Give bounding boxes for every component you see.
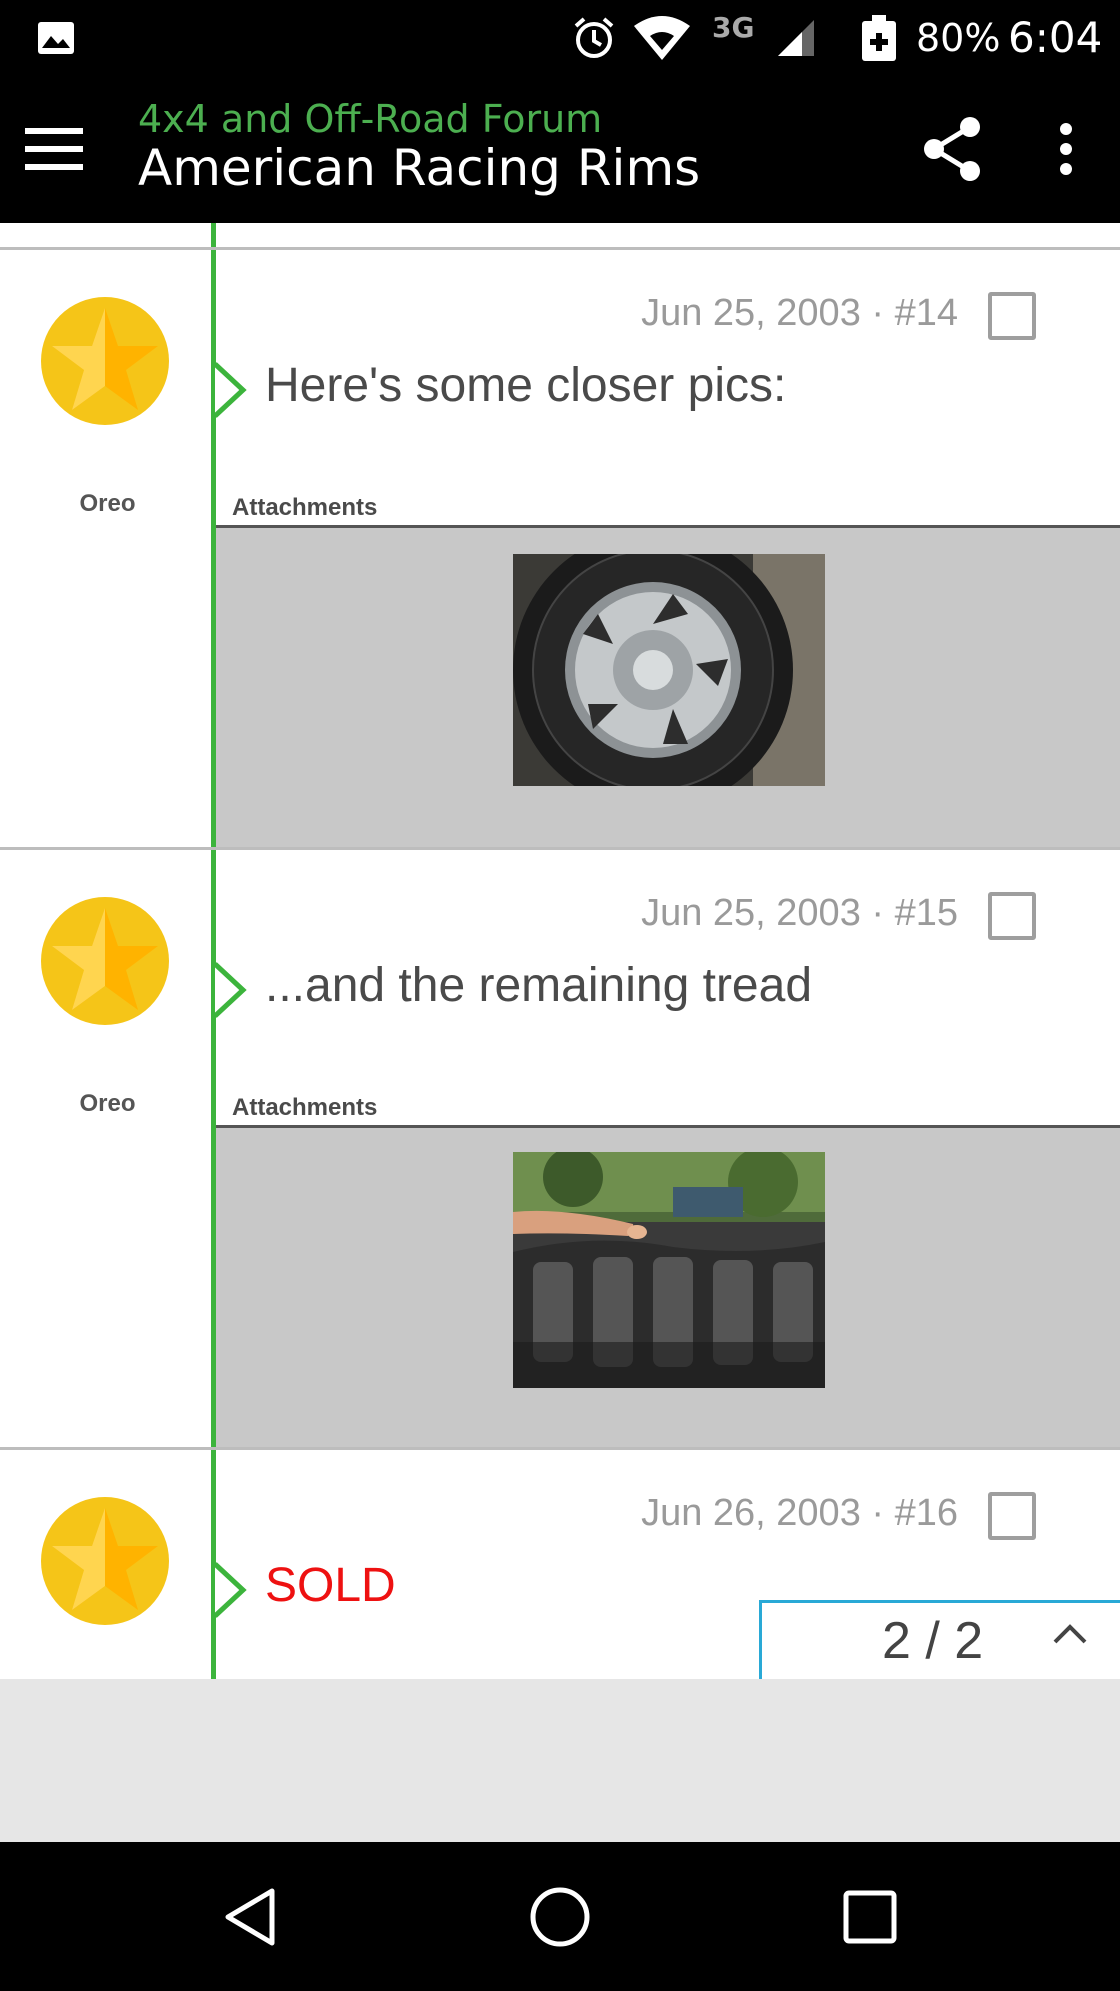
- posts-list[interactable]: Oreo Jun 25, 2003 · #14 Here's some clos…: [0, 223, 1120, 1679]
- post-author[interactable]: Oreo: [0, 490, 215, 518]
- back-icon[interactable]: [170, 1842, 330, 1991]
- alarm-icon: [570, 0, 618, 75]
- post-select-checkbox[interactable]: [988, 1492, 1036, 1540]
- avatar-star-icon[interactable]: [40, 1496, 170, 1626]
- battery-percent: 80%: [916, 15, 1001, 60]
- post-meta[interactable]: Jun 25, 2003 · #15: [641, 892, 958, 935]
- network-type: 3G: [712, 11, 755, 44]
- post-body: ...and the remaining tread: [265, 959, 813, 1012]
- image-icon: [36, 0, 76, 75]
- avatar-star-icon[interactable]: [40, 296, 170, 426]
- bottom-blank-area: [0, 1679, 1120, 1842]
- post-body: Here's some closer pics:: [265, 359, 787, 412]
- attachments-label: Attachments: [232, 494, 378, 521]
- more-vert-icon[interactable]: [1026, 109, 1106, 189]
- avatar-star-icon[interactable]: [40, 896, 170, 1026]
- chevron-right-icon: [213, 962, 247, 1018]
- attachments-box: [216, 525, 1120, 850]
- chevron-right-icon: [213, 362, 247, 418]
- status-bar: 3G 80% 6:04: [0, 0, 1120, 75]
- page-indicator[interactable]: 2 / 2: [759, 1600, 1120, 1680]
- signal-icon: [776, 0, 816, 75]
- menu-icon[interactable]: [14, 109, 94, 189]
- app-toolbar: 4x4 and Off-Road Forum American Racing R…: [0, 75, 1120, 223]
- home-icon[interactable]: [480, 1842, 640, 1991]
- battery-charging-icon: [858, 0, 902, 75]
- page-count: 2 / 2: [882, 1612, 984, 1670]
- share-icon[interactable]: [912, 109, 992, 189]
- chevron-up-icon[interactable]: [1052, 1621, 1088, 1649]
- recents-icon[interactable]: [790, 1842, 950, 1991]
- forum-name[interactable]: 4x4 and Off-Road Forum: [138, 97, 602, 141]
- clock: 6:04: [1008, 13, 1103, 62]
- thread-title: American Racing Rims: [138, 139, 701, 197]
- tire-tread-photo[interactable]: [513, 1152, 825, 1388]
- post-meta[interactable]: Jun 26, 2003 · #16: [641, 1492, 958, 1535]
- chevron-right-icon: [213, 1562, 247, 1618]
- post-select-checkbox[interactable]: [988, 292, 1036, 340]
- post-select-checkbox[interactable]: [988, 892, 1036, 940]
- post-15: Oreo Jun 25, 2003 · #15 ...and the remai…: [0, 850, 1120, 1450]
- post-14: Oreo Jun 25, 2003 · #14 Here's some clos…: [0, 250, 1120, 850]
- system-nav-bar: [0, 1842, 1120, 1991]
- post-author[interactable]: Oreo: [0, 1090, 215, 1118]
- post-body: SOLD: [265, 1559, 396, 1612]
- attachments-box: [216, 1125, 1120, 1450]
- post-meta[interactable]: Jun 25, 2003 · #14: [641, 292, 958, 335]
- attachments-label: Attachments: [232, 1094, 378, 1121]
- tire-rim-photo[interactable]: [513, 554, 825, 786]
- wifi-icon: [632, 0, 692, 75]
